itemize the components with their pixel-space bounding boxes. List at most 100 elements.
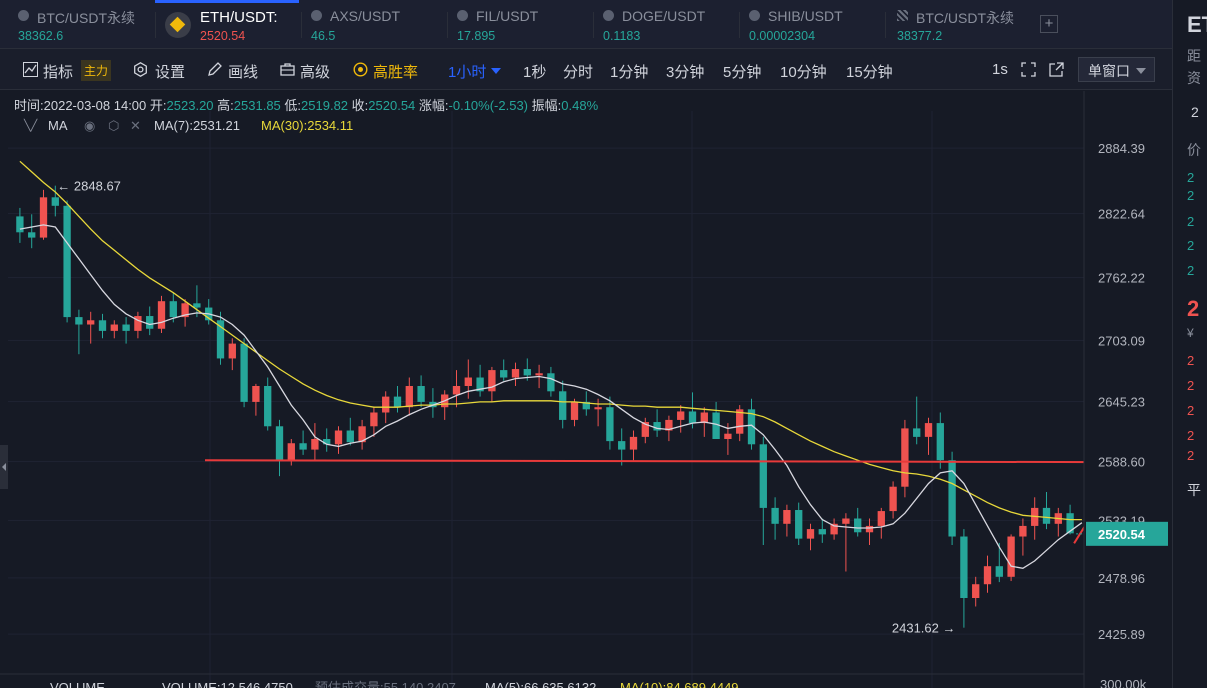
candle-body bbox=[677, 411, 685, 420]
add-tab-button[interactable]: + bbox=[1040, 15, 1058, 33]
candle-body bbox=[417, 386, 425, 402]
tab-shib-usdt[interactable]: SHIB/USDT 0.00002304 bbox=[749, 0, 879, 48]
fullscreen-icon[interactable] bbox=[1021, 62, 1036, 77]
candle-body bbox=[688, 411, 697, 424]
panel-text-fragment: 平 bbox=[1187, 482, 1201, 498]
briefcase-icon bbox=[280, 63, 295, 76]
candle-body bbox=[1019, 525, 1027, 537]
interval-10m[interactable]: 10分钟 bbox=[780, 61, 827, 82]
tab-axs-usdt[interactable]: AXS/USDT 46.5 bbox=[311, 0, 441, 48]
candle-body bbox=[535, 373, 543, 376]
tab-btc-usdt-perp-2[interactable]: BTC/USDT永续 38377.2 bbox=[897, 0, 1032, 48]
candle-body bbox=[771, 507, 779, 524]
open-value: 2523.20 bbox=[166, 98, 214, 113]
ma7-value: MA(7):2531.21 bbox=[154, 118, 240, 133]
candle-body bbox=[382, 396, 390, 413]
win-rate-button[interactable]: 高胜率 bbox=[373, 61, 418, 82]
coin-icon bbox=[457, 10, 468, 21]
settings-button[interactable]: 设置 bbox=[155, 61, 185, 82]
candle-body bbox=[228, 343, 236, 359]
tab-name: DOGE/USDT bbox=[622, 8, 706, 24]
bnb-icon bbox=[165, 12, 191, 38]
candle-body bbox=[311, 439, 319, 450]
tab-name: SHIB/USDT bbox=[768, 8, 843, 24]
book-row-fragment: 2 bbox=[1187, 214, 1195, 229]
volume-axis-tick: 300.00k bbox=[1100, 677, 1147, 688]
close-icon[interactable]: ✕ bbox=[130, 118, 141, 134]
candle-body bbox=[323, 439, 331, 445]
candle-body bbox=[39, 197, 48, 238]
book-row-fragment: 2 bbox=[1187, 188, 1195, 203]
refresh-rate[interactable]: 1s bbox=[992, 61, 1008, 78]
candle-body bbox=[299, 443, 307, 450]
change-label: 涨幅: bbox=[418, 98, 449, 113]
interval-1m[interactable]: 1分钟 bbox=[610, 61, 648, 82]
tab-fil-usdt[interactable]: FIL/USDT 17.895 bbox=[457, 0, 587, 48]
interval-15m[interactable]: 15分钟 bbox=[846, 61, 893, 82]
high-label: 高: bbox=[217, 98, 234, 113]
candle-body bbox=[110, 324, 118, 331]
tab-price: 17.895 bbox=[457, 29, 496, 43]
user-drawings bbox=[0, 443, 1172, 646]
panel-text-fragment: 距 bbox=[1187, 48, 1201, 64]
tab-doge-usdt[interactable]: DOGE/USDT 0.1183 bbox=[603, 0, 733, 48]
popout-icon[interactable] bbox=[1049, 62, 1064, 77]
interval-1s[interactable]: 1秒 bbox=[523, 61, 546, 82]
candlestick-chart[interactable]: ← 2848.67 2431.62 → 2884.39 2822.64 2762.22… bbox=[0, 91, 1172, 688]
book-row-fragment: 2 bbox=[1187, 448, 1195, 463]
price-chart[interactable]: ← 2848.67 2431.62 → 2884.39 2822.64 2762.22… bbox=[0, 91, 1172, 688]
candle-body bbox=[570, 401, 579, 420]
candle-body bbox=[500, 370, 508, 378]
tab-price: 38377.2 bbox=[897, 29, 943, 43]
candle-body bbox=[393, 396, 402, 408]
price-axis-tick: 2478.96 bbox=[1098, 571, 1145, 586]
change-value: -0.10%(-2.53) bbox=[448, 98, 529, 113]
price-axis-tick: 2425.89 bbox=[1098, 627, 1145, 642]
main-force-badge[interactable]: 主力 bbox=[81, 60, 112, 81]
candle-body bbox=[334, 430, 343, 445]
interval-3m[interactable]: 3分钟 bbox=[666, 61, 704, 82]
window-mode-select[interactable]: 单窗口 bbox=[1078, 57, 1155, 82]
candle-body bbox=[724, 433, 732, 439]
collapse-chevron-icon[interactable]: ╲╱ bbox=[24, 119, 37, 132]
price-axis-tick: 2884.39 bbox=[1098, 141, 1145, 156]
advanced-button[interactable]: 高级 bbox=[300, 61, 330, 82]
ma30-value: MA(30):2534.11 bbox=[261, 118, 354, 133]
tab-eth-usdt[interactable]: ETH/USDT: 2520.54 bbox=[165, 0, 295, 48]
candle-body bbox=[960, 536, 968, 598]
panel-tab-fragment[interactable]: 2 bbox=[1191, 104, 1199, 120]
ma-label: MA bbox=[48, 118, 68, 133]
tab-price: 38362.6 bbox=[18, 29, 64, 43]
candle-body bbox=[629, 436, 638, 450]
coin-icon bbox=[18, 10, 29, 21]
candle-body bbox=[252, 386, 260, 402]
eye-icon[interactable]: ◉ bbox=[84, 118, 95, 134]
current-price-label: 2520.54 bbox=[1098, 527, 1146, 542]
interval-timeshare[interactable]: 分时 bbox=[563, 61, 593, 82]
price-axis-tick: 2822.64 bbox=[1098, 207, 1145, 222]
indicator-button[interactable]: 指标 bbox=[43, 61, 73, 82]
interval-dropdown[interactable]: 1小时 bbox=[448, 61, 502, 82]
coin-icon bbox=[311, 10, 322, 21]
target-icon bbox=[353, 62, 368, 77]
volume-ma10: MA(10):84,689.4449 bbox=[620, 680, 739, 688]
tab-price: 2520.54 bbox=[200, 29, 246, 43]
gear-icon bbox=[134, 62, 147, 77]
draw-button[interactable]: 画线 bbox=[228, 61, 258, 82]
interval-5m[interactable]: 5分钟 bbox=[723, 61, 761, 82]
candle-body bbox=[913, 428, 921, 437]
settings-small-icon[interactable]: ⬡ bbox=[108, 118, 119, 134]
candle-body bbox=[618, 441, 626, 450]
candle-body bbox=[606, 407, 614, 442]
candle-body bbox=[28, 232, 36, 238]
tab-name: FIL/USDT bbox=[476, 8, 539, 24]
candle-body bbox=[452, 386, 461, 395]
tab-btc-usdt-perp[interactable]: BTC/USDT永续 38362.6 bbox=[18, 0, 148, 48]
candle-body bbox=[169, 301, 177, 318]
tab-price: 0.1183 bbox=[603, 29, 641, 43]
price-axis-tick: 2762.22 bbox=[1098, 271, 1145, 286]
candle-body bbox=[795, 510, 803, 539]
close-label: 收: bbox=[351, 98, 369, 113]
pencil-icon bbox=[208, 62, 222, 76]
volume-value: VOLUME:12,546.4750 bbox=[162, 680, 293, 688]
